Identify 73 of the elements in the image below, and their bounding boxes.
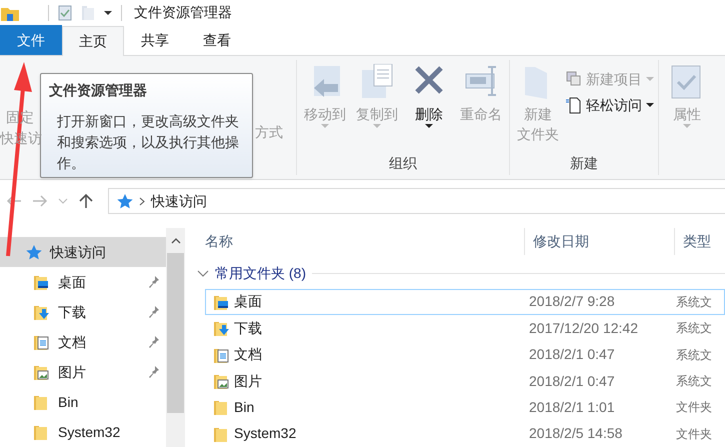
column-header[interactable]: 修改日期 (524, 228, 674, 256)
new-folder-icon (81, 4, 95, 20)
file-row[interactable]: 图片 2018/2/1 0:47 系统文 (205, 368, 725, 394)
picture-folder-icon (32, 363, 50, 381)
folder-icon (32, 393, 50, 411)
nav-item[interactable]: 图片 (0, 357, 166, 387)
scrollbar-thumb[interactable] (167, 253, 184, 413)
nav-item[interactable]: System32 (0, 417, 166, 447)
file-row[interactable]: 下载 2017/12/20 12:42 系统文 (205, 315, 725, 342)
command-label: 方式 (255, 123, 283, 142)
download-folder-icon (212, 319, 230, 338)
file-menu-tab[interactable]: 文件 (0, 25, 62, 55)
group-label: 组织 (388, 154, 418, 173)
nav-item[interactable]: Bin (0, 387, 166, 417)
tooltip-title: 文件资源管理器 (49, 81, 148, 100)
table-cell-text: Bin (234, 398, 254, 417)
scroll-up-icon (170, 238, 180, 244)
file-row[interactable]: Bin 2018/2/1 1:01 文件夹 (205, 394, 725, 421)
table-cell-text: 文件夹 (676, 399, 712, 416)
chevron-down-icon (58, 198, 68, 204)
properties-icon (57, 4, 73, 20)
table-cell-text: 下载 (234, 318, 262, 338)
table-cell-text: 2018/2/1 0:47 (528, 345, 616, 364)
breadcrumb[interactable]: 快速访问 (151, 190, 207, 212)
table-cell-text: 系统文 (676, 346, 712, 364)
new-item-icon (566, 70, 582, 88)
desktop-folder-icon (32, 273, 50, 291)
star-icon (24, 244, 42, 260)
nav-item[interactable]: 桌面 (0, 267, 166, 297)
download-folder-icon (32, 303, 50, 321)
ribbon-tab[interactable]: 查看 (186, 25, 248, 55)
forward-icon (32, 194, 48, 208)
group-label: 新建 (569, 154, 599, 173)
column-header[interactable]: 类型 (674, 228, 725, 256)
table-cell-text: 桌面 (234, 292, 262, 312)
table-cell-text: 文档 (234, 345, 262, 364)
nav-item[interactable]: 下载 (0, 297, 166, 327)
table-cell-text: 2018/2/1 1:01 (528, 398, 616, 417)
star-icon (115, 193, 133, 209)
window-title: 文件资源管理器 (134, 3, 232, 22)
nav-item[interactable]: 快速访问 (0, 237, 166, 267)
table-cell-text: 图片 (234, 372, 262, 391)
table-cell-text: 系统文 (676, 320, 712, 338)
picture-folder-icon (212, 372, 230, 390)
folder-icon (32, 423, 50, 441)
file-row[interactable]: 文档 2018/2/1 0:47 系统文 (205, 341, 725, 368)
document-icon (566, 96, 582, 114)
table-cell-text: 2018/2/5 14:58 (528, 424, 624, 444)
file-row[interactable]: 桌面 2018/2/7 9:28 系统文 (205, 288, 725, 316)
address-bar[interactable]: 快速访问 (108, 188, 725, 214)
copy-icon (360, 64, 394, 100)
table-cell-text: 2018/2/1 0:47 (528, 372, 616, 391)
table-cell-text: 系统文 (676, 294, 712, 311)
ribbon-tab[interactable]: 主页 (62, 26, 124, 56)
table-cell-text: 系统文 (676, 373, 712, 390)
column-header[interactable]: 名称 (191, 228, 524, 256)
table-cell-text: 2017/12/20 12:42 (528, 318, 639, 338)
scrollbar[interactable] (166, 228, 185, 447)
table-cell-text: System32 (234, 424, 296, 444)
up-icon (78, 193, 94, 209)
ribbon-tab[interactable]: 共享 (124, 25, 186, 55)
dropdown-icon (103, 8, 113, 16)
table-cell-text: 2018/2/7 9:28 (528, 292, 616, 312)
tooltip-text: 打开新窗口，更改高级文件夹和搜索选项，以及执行其他操作。 (56, 112, 240, 173)
file-row[interactable]: System32 2018/2/5 14:58 文件夹 (205, 420, 725, 447)
ribbon-command[interactable]: 删除 (405, 64, 453, 153)
table-cell-text: 文件夹 (676, 426, 712, 443)
folder-icon (212, 398, 230, 416)
ribbon-command[interactable]: 轻松访问 (566, 94, 654, 116)
nav-item[interactable]: 文档 (0, 327, 166, 357)
group-header[interactable]: 常用文件夹 (8) (215, 263, 306, 284)
chevron-right-icon (139, 196, 145, 206)
document-folder-icon (32, 333, 50, 351)
